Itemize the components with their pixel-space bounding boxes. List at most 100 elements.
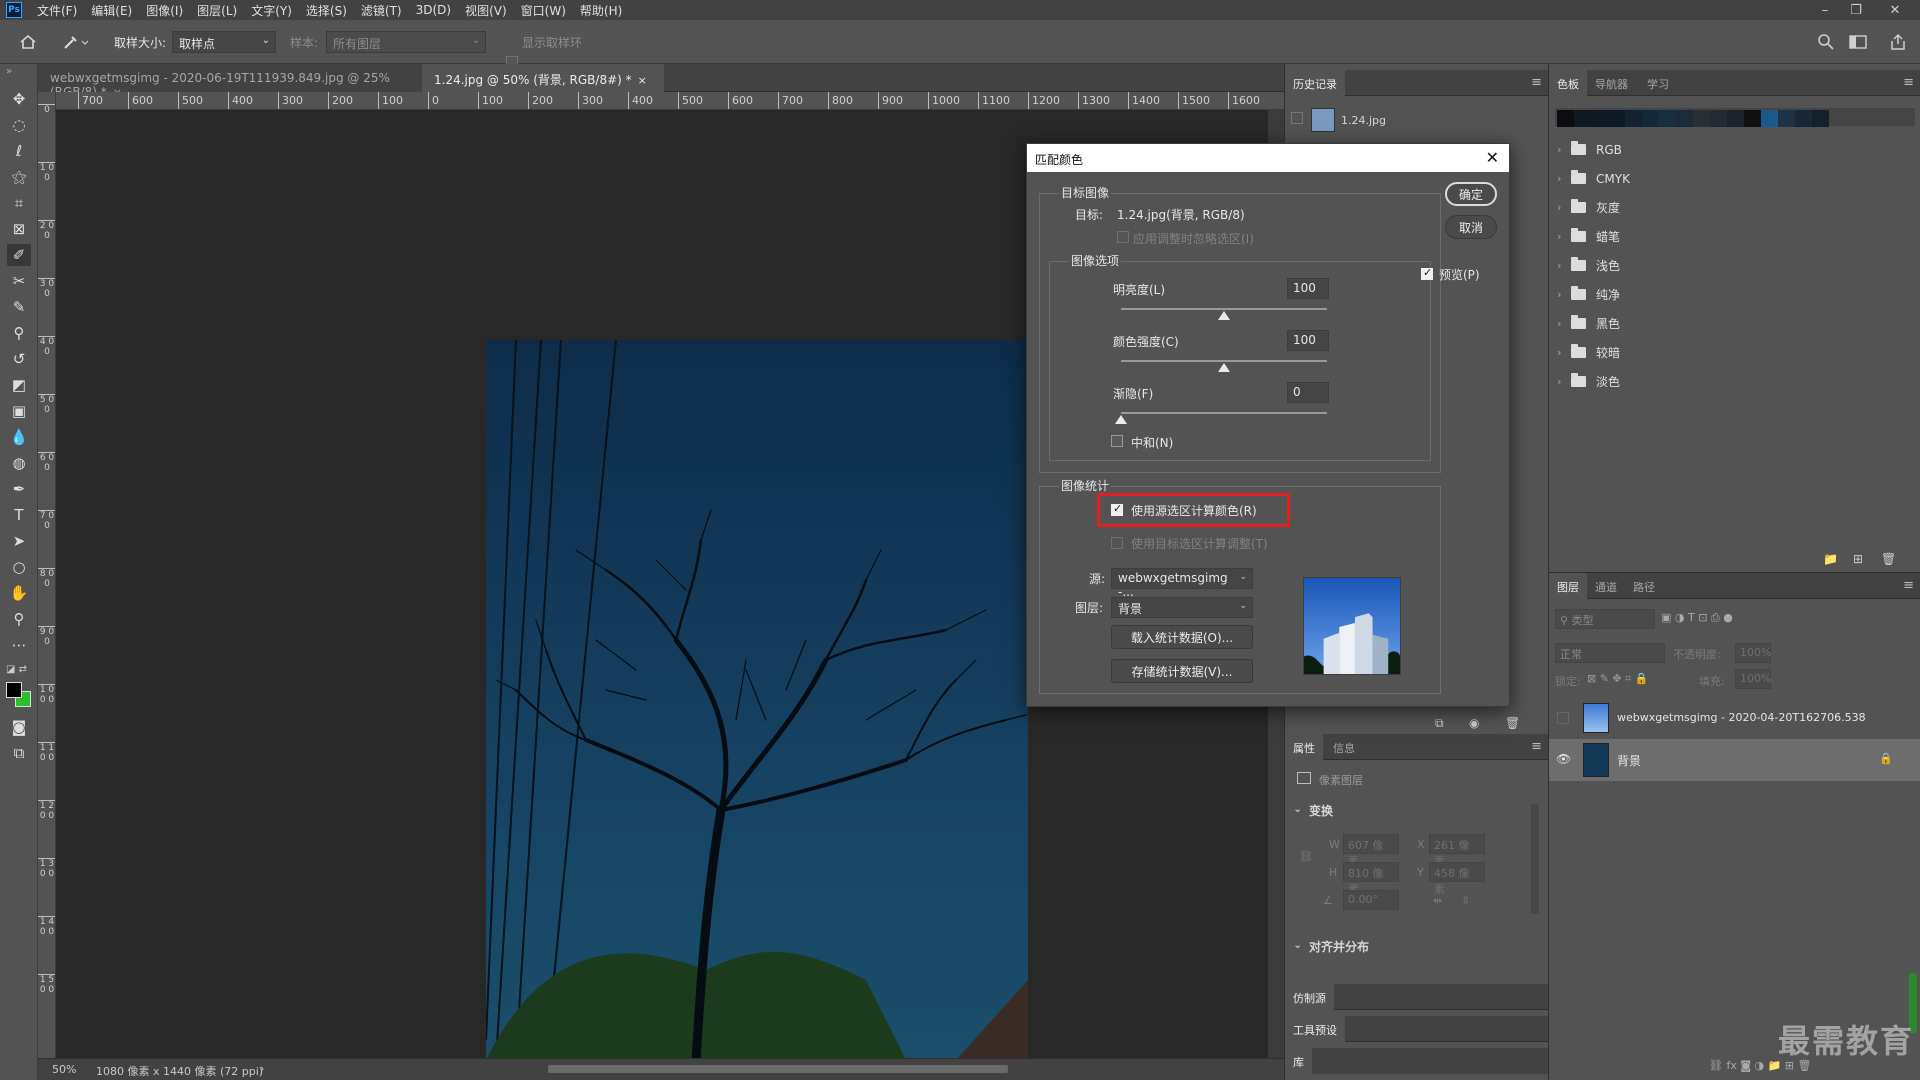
menu-item[interactable]: 文件(F) [30,2,84,19]
menu-item[interactable]: 3D(D) [409,3,458,17]
tab-libraries[interactable]: 库 [1285,1048,1312,1074]
workspace-icon[interactable] [1848,32,1868,52]
share-icon[interactable] [1888,32,1908,52]
status-arrow-icon[interactable]: › [260,1062,264,1075]
sample-select[interactable]: 所有图层 ⌄ [326,31,486,53]
menu-item[interactable]: 图像(I) [139,2,190,19]
swatch-folder[interactable]: › RGB [1549,135,1920,164]
color-swatch[interactable] [1727,110,1744,127]
history-item-label[interactable]: 1.24.jpg [1341,114,1386,127]
color-swatch[interactable] [1676,110,1693,127]
eraser-tool-icon[interactable]: ◩ [7,374,31,396]
tab-document-2[interactable]: 1.24.jpg @ 50% (背景, RGB/8#) * × [422,64,664,92]
camera-icon[interactable]: ◉ [1469,716,1487,730]
gradient-tool-icon[interactable]: ▣ [7,400,31,422]
y-field[interactable]: 458 像素 [1429,862,1485,896]
hand-tool-icon[interactable]: ✋ [7,582,31,604]
minimize-button[interactable]: – [1810,0,1840,20]
layer-row[interactable]: 👁 背景 🔒 [1549,739,1920,781]
fade-slider-thumb[interactable] [1115,415,1127,424]
swatch-folder[interactable]: › 蜡笔 [1549,222,1920,251]
color-swatch[interactable] [1659,110,1676,127]
zoom-level[interactable]: 50% [52,1063,76,1076]
source-select[interactable]: webwxgetmsgimg -... ⌄ [1111,568,1253,599]
color-swatch[interactable] [1812,110,1829,127]
flip-vertical-icon[interactable]: ⇳ [1461,894,1470,907]
screen-mode-icon[interactable]: ⧉ [7,742,31,764]
dodge-tool-icon[interactable]: ◍ [7,452,31,474]
brush-tool-icon[interactable]: ✎ [7,296,31,318]
menu-item[interactable]: 编辑(E) [84,2,139,19]
tab-document-1[interactable]: webwxgetmsgimg - 2020-06-19T111939.849.j… [38,64,422,99]
close-tab-icon[interactable]: × [638,74,647,87]
flip-horizontal-icon[interactable]: ⇹ [1433,894,1442,907]
sample-size-select[interactable]: 取样点 ⌄ [172,31,276,53]
fade-slider-track[interactable] [1121,412,1327,414]
color-swatch[interactable] [1642,110,1659,127]
close-window-button[interactable]: ✕ [1880,0,1910,20]
swatch-folder[interactable]: › 淡色 [1549,367,1920,396]
trash-icon[interactable]: 🗑 [1881,552,1896,566]
panel-menu-icon[interactable]: ≡ [1903,578,1914,593]
use-target-selection-checkbox[interactable] [1111,537,1123,549]
menu-item[interactable]: 窗口(W) [514,2,573,19]
menu-item[interactable]: 文字(Y) [244,2,299,19]
tab-history[interactable]: 历史记录 [1285,70,1345,96]
lock-icons[interactable]: ⊠ ✎ ✥ ⌗ 🔒 [1587,672,1649,686]
swatch-folder[interactable]: › CMYK [1549,164,1920,193]
restore-button[interactable]: ❐ [1841,0,1871,20]
fill-field[interactable]: 100% [1735,669,1771,689]
document-image[interactable] [486,340,1028,1060]
horizontal-scrollbar[interactable] [548,1065,1008,1073]
chevron-right-icon[interactable]: › [1557,201,1571,214]
use-source-selection-checkbox[interactable] [1111,502,1123,516]
marquee-tool-icon[interactable]: ◌ [7,114,31,136]
home-icon[interactable] [18,32,38,52]
quick-mask-icon[interactable]: ◙ [7,716,31,738]
chevron-right-icon[interactable]: › [1557,259,1571,272]
swatch-folder[interactable]: › 黑色 [1549,309,1920,338]
swatch-folder[interactable]: › 较暗 [1549,338,1920,367]
snapshot-source-checkbox[interactable] [1291,112,1303,124]
libraries-panel-header[interactable]: 库 [1285,1048,1549,1074]
healing-brush-tool-icon[interactable]: ✂ [7,270,31,292]
tab-channels[interactable]: 通道 [1587,573,1625,599]
eyedropper-tool-icon[interactable]: ✐ [7,244,31,266]
luminance-slider-thumb[interactable] [1218,311,1230,320]
chevron-right-icon[interactable]: › [1557,375,1571,388]
color-swatch[interactable] [1574,110,1591,127]
color-swatch[interactable] [1625,110,1642,127]
chevron-right-icon[interactable]: › [1557,288,1571,301]
width-field[interactable]: 607 像素 [1343,834,1399,868]
ellipse-tool-icon[interactable]: ○ [7,556,31,578]
opacity-field[interactable]: 100% [1735,643,1771,663]
properties-scrollbar[interactable] [1531,804,1539,914]
tab-layers[interactable]: 图层 [1549,573,1587,599]
foreground-color-swatch[interactable] [6,682,22,698]
tab-navigator[interactable]: 导航器 [1587,70,1636,96]
swatch-folder[interactable]: › 浅色 [1549,251,1920,280]
history-brush-tool-icon[interactable]: ↺ [7,348,31,370]
frame-tool-icon[interactable]: ⊠ [7,218,31,240]
crop-tool-icon[interactable]: ⌗ [7,192,31,214]
move-tool-icon[interactable]: ✥ [7,88,31,110]
color-swatch[interactable] [1795,110,1812,127]
luminance-field[interactable]: 100 [1287,278,1329,299]
menu-item[interactable]: 帮助(H) [573,2,629,19]
trash-icon[interactable]: 🗑 [1505,716,1523,730]
fade-field[interactable]: 0 [1287,382,1329,403]
align-section-label[interactable]: 对齐并分布 [1309,938,1369,955]
menu-item[interactable]: 视图(V) [458,2,514,19]
expand-align-icon[interactable]: ⌄ [1293,938,1302,951]
height-field[interactable]: 810 像素 [1343,862,1399,896]
zoom-tool-icon[interactable]: ⚲ [7,608,31,630]
swap-colors-icon[interactable]: ◪ ⇄ [6,664,32,678]
panel-menu-icon[interactable]: ≡ [1531,739,1542,754]
pen-tool-icon[interactable]: ✒ [7,478,31,500]
preview-checkbox[interactable] [1421,266,1433,280]
visibility-toggle[interactable] [1557,712,1569,724]
link-icon[interactable]: ⛓ [1299,850,1313,863]
dialog-title-bar[interactable]: 匹配颜色 ✕ [1027,144,1509,172]
color-swatch[interactable] [1693,110,1710,127]
filter-icons[interactable]: ▣ ◑ T ⊡ ⎙ ● [1661,611,1733,625]
